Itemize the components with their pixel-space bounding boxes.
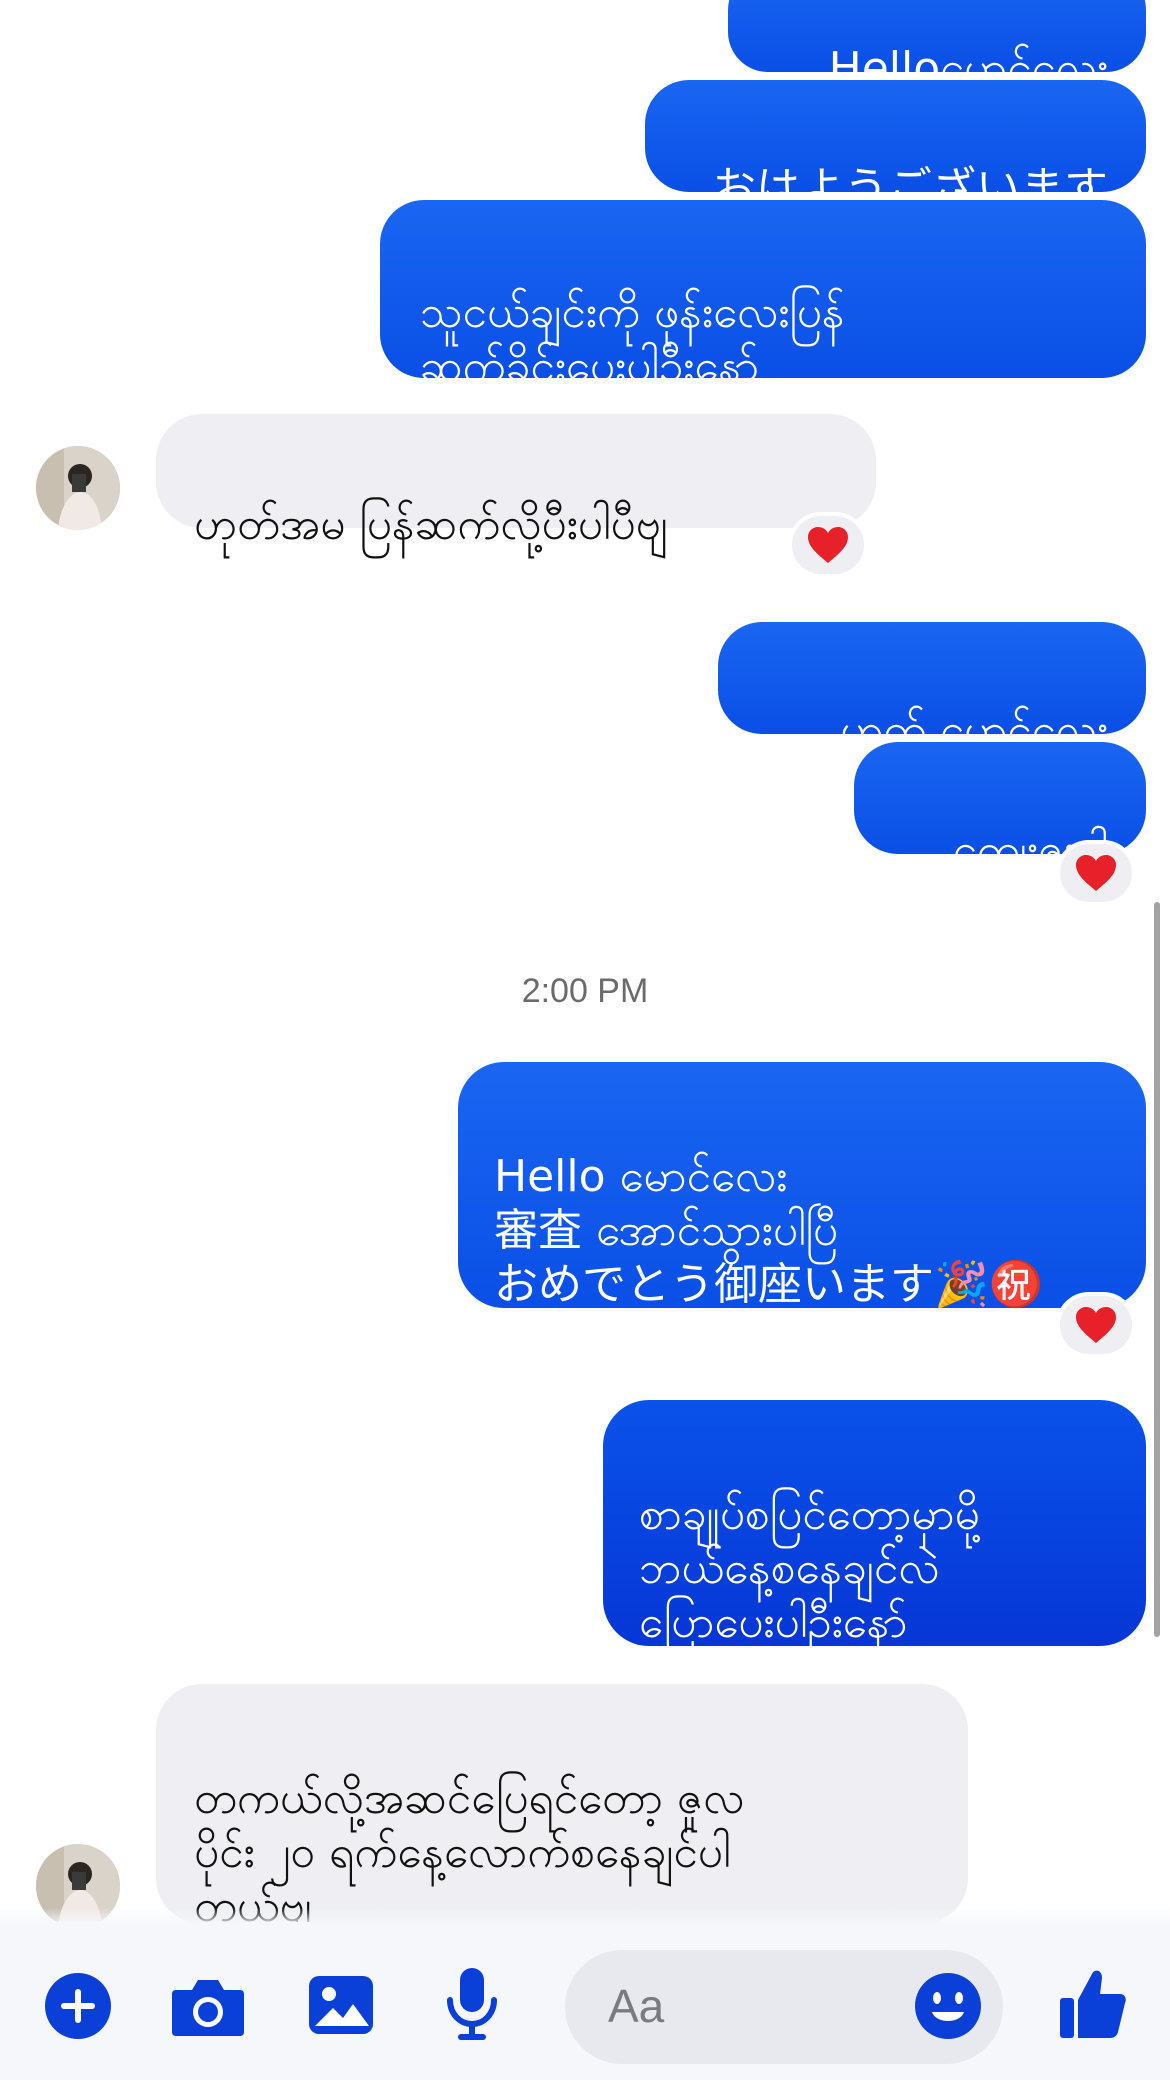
emoji-icon[interactable] (914, 1972, 982, 2040)
heart-icon (808, 527, 848, 563)
plus-icon[interactable] (44, 1972, 112, 2040)
message-text: စာချုပ်စပြင်တော့မှာမို့ ဘယ်နေ့စနေချင်လဲ … (639, 1489, 980, 1648)
camera-icon[interactable] (170, 1972, 246, 2040)
message-bubble-outgoing[interactable]: おはようございます (645, 80, 1146, 214)
message-bubble-outgoing[interactable]: သူငယ်ချင်းကို ဖုန်းလေးပြန် ဆက်ခိုင်းပေးပ… (380, 200, 1146, 392)
message-text: ဟုတ်အမ ပြန်ဆက်လို့ပီးပါပီဗျ (194, 499, 668, 550)
heart-reaction[interactable] (788, 512, 868, 578)
scrollbar[interactable] (1154, 902, 1160, 1637)
contact-avatar[interactable] (36, 446, 120, 530)
message-bubble-outgoing[interactable]: Helloမောင်လေး (728, 0, 1146, 94)
heart-reaction[interactable] (1056, 840, 1136, 906)
message-input-placeholder: Aa (608, 1980, 665, 2032)
message-bubble-outgoing[interactable]: Hello မောင်လေး 審査 အောင်သွားပါပြီ おめでとう御座… (458, 1062, 1146, 1310)
message-bubble-incoming[interactable]: ဟုတ်အမ ပြန်ဆက်လို့ပီးပါပီဗျ (156, 414, 876, 550)
message-text: သူငယ်ချင်းကို ဖုန်းလေးပြန် ဆက်ခိုင်းပေးပ… (420, 287, 845, 392)
microphone-icon[interactable] (444, 1966, 500, 2042)
chat-screen: Helloမောင်လေး おはようございます သူငယ်ချင်းကို ဖု… (0, 0, 1170, 2080)
thumbs-up-icon[interactable] (1058, 1966, 1128, 2042)
message-bubble-incoming[interactable]: တကယ်လို့အဆင်ပြေရင်တော့ ဇူလ ပိုင်း ၂၀ ရက်… (156, 1684, 968, 1932)
message-bubble-outgoing[interactable]: ဟုတ် မောင်လေး (718, 622, 1146, 756)
heart-icon (1076, 1307, 1116, 1343)
avatar-image (36, 446, 120, 530)
message-timestamp: 2:00 PM (521, 972, 649, 1010)
image-icon[interactable] (306, 1972, 376, 2038)
heart-reaction[interactable] (1056, 1292, 1136, 1358)
message-text: Hello မောင်လေး 審査 အောင်သွားပါပြီ おめでとう御座… (494, 1151, 1044, 1310)
message-bubble-outgoing[interactable]: စာချုပ်စပြင်တော့မှာမို့ ဘယ်နေ့စနေချင်လဲ … (603, 1400, 1146, 1648)
message-bubble-outgoing[interactable]: ကျေးဇူးပါ (854, 742, 1146, 876)
heart-icon (1076, 855, 1116, 891)
